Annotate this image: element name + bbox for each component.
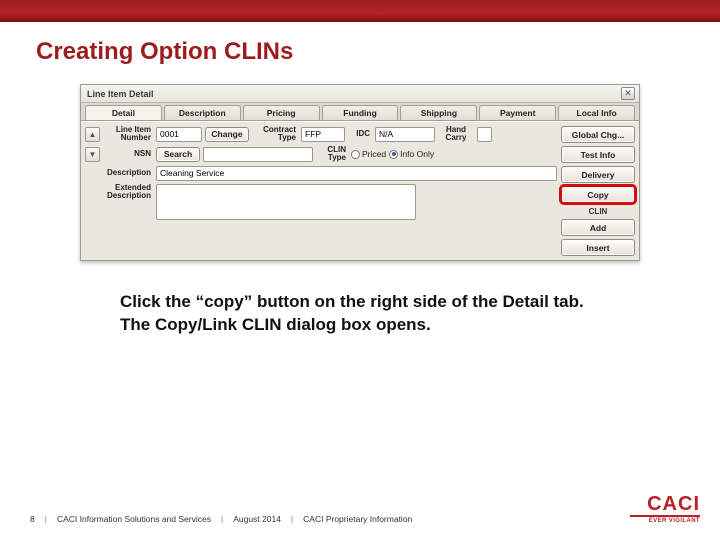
line-item-detail-window: Line Item Detail ✕ Detail Description Pr… — [80, 84, 640, 261]
footer-org: CACI Information Solutions and Services — [57, 514, 211, 524]
brand-bar — [0, 0, 720, 22]
contract-type-label: Contract Type — [252, 126, 298, 143]
add-button[interactable]: Add — [561, 219, 635, 236]
caci-logo: CACI EVER VIGILANT — [630, 494, 700, 524]
clin-section-label: CLIN — [561, 207, 635, 216]
infoonly-radio-label: Info Only — [400, 149, 434, 159]
delivery-button[interactable]: Delivery — [561, 166, 635, 183]
tab-payment[interactable]: Payment — [479, 105, 556, 120]
test-info-button[interactable]: Test Info — [561, 146, 635, 163]
line-item-label: Line Item Number — [103, 126, 153, 143]
window-titlebar: Line Item Detail ✕ — [81, 85, 639, 103]
extended-description-label: Extended Description — [103, 184, 153, 201]
tab-detail[interactable]: Detail — [85, 105, 162, 120]
prev-item-button[interactable]: ▲ — [85, 127, 100, 142]
tab-pricing[interactable]: Pricing — [243, 105, 320, 120]
global-chg-button[interactable]: Global Chg... — [561, 126, 635, 143]
contract-type-select[interactable] — [301, 127, 345, 142]
tab-shipping[interactable]: Shipping — [400, 105, 477, 120]
tab-description[interactable]: Description — [164, 105, 241, 120]
separator-icon: | — [45, 514, 47, 524]
clin-type-infoonly-radio[interactable]: Info Only — [389, 149, 434, 159]
radio-checked-icon — [389, 150, 398, 159]
slide-footer: 8 | CACI Information Solutions and Servi… — [30, 494, 700, 524]
description-label: Description — [103, 169, 153, 177]
change-button[interactable]: Change — [205, 127, 249, 142]
logo-tagline: EVER VIGILANT — [630, 518, 700, 524]
separator-icon: | — [291, 514, 293, 524]
insert-button[interactable]: Insert — [561, 239, 635, 256]
copy-button[interactable]: Copy — [561, 186, 635, 203]
tab-funding[interactable]: Funding — [322, 105, 399, 120]
footer-classification: CACI Proprietary Information — [303, 514, 412, 524]
idc-select[interactable] — [375, 127, 435, 142]
clin-type-label: CLIN Type — [316, 146, 348, 163]
line-item-input[interactable] — [156, 127, 202, 142]
nsn-search-button[interactable]: Search — [156, 147, 200, 162]
nsn-input[interactable] — [203, 147, 313, 162]
hand-carry-checkbox[interactable] — [477, 127, 492, 142]
close-icon: ✕ — [624, 88, 632, 99]
logo-underline-icon — [630, 515, 700, 517]
hand-carry-label: Hand Carry — [438, 126, 474, 143]
page-number: 8 — [30, 514, 35, 524]
priced-radio-label: Priced — [362, 149, 386, 159]
footer-date: August 2014 — [233, 514, 281, 524]
clin-type-priced-radio[interactable]: Priced — [351, 149, 386, 159]
nsn-label: NSN — [103, 150, 153, 158]
separator-icon: | — [221, 514, 223, 524]
idc-label: IDC — [348, 130, 372, 138]
description-input[interactable] — [156, 166, 557, 181]
extended-description-textarea[interactable] — [156, 184, 416, 220]
tab-local-info[interactable]: Local Info — [558, 105, 635, 120]
window-title-text: Line Item Detail — [87, 89, 154, 99]
window-close-button[interactable]: ✕ — [621, 87, 635, 100]
instruction-text: Click the “copy” button on the right sid… — [120, 291, 600, 337]
logo-text: CACI — [630, 494, 700, 514]
next-item-button[interactable]: ▼ — [85, 147, 100, 162]
radio-unchecked-icon — [351, 150, 360, 159]
tab-bar: Detail Description Pricing Funding Shipp… — [81, 103, 639, 120]
slide-title: Creating Option CLINs — [36, 38, 720, 66]
